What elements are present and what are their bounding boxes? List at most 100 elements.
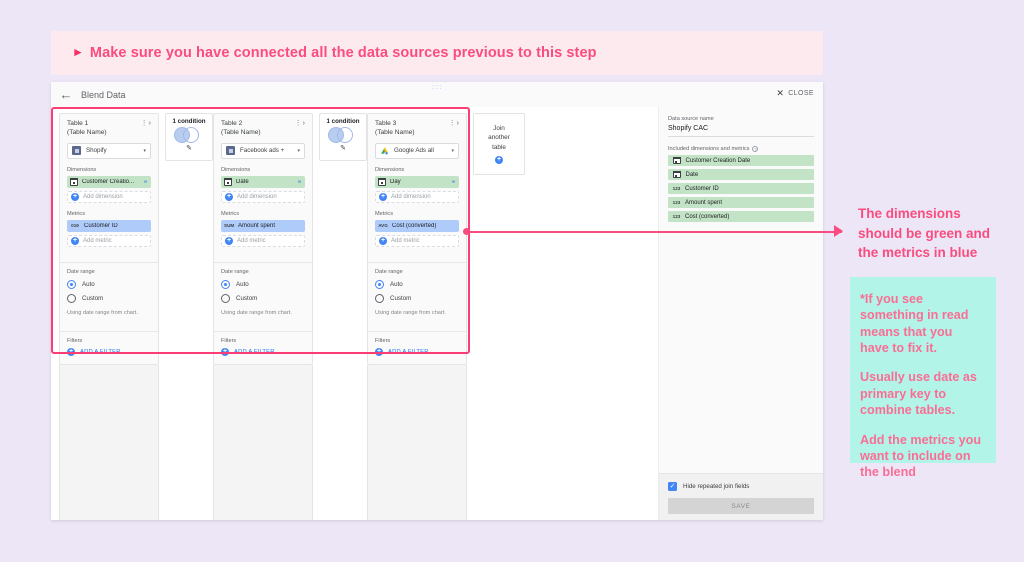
table-1-metrics-label: Metrics <box>67 210 86 217</box>
table-2-metrics-label: Metrics <box>221 210 240 217</box>
table-2-add-dimension[interactable]: + Add dimension <box>221 190 305 203</box>
included-field-row: 123 Amount spent <box>668 197 814 208</box>
table-1-source-select[interactable]: Shopify ▾ <box>67 142 151 159</box>
table-column-1: Table 1 (Table Name) ⋮ › Shopify ▾ Dimen… <box>59 113 159 520</box>
table-2-custom-label: Custom <box>236 294 258 302</box>
checkbox-checked-icon[interactable]: ✓ <box>668 482 677 491</box>
drag-handle[interactable]: :::: <box>432 85 443 91</box>
annotation-note-1: The dimensions should be green and the m… <box>858 206 991 261</box>
panel-footer: ✓ Hide repeated join fields SAVE <box>659 474 823 520</box>
number-badge-icon: 123 <box>672 200 681 205</box>
table-3-expand-icon[interactable]: › <box>457 120 459 127</box>
modal-body: Table 1 (Table Name) ⋮ › Shopify ▾ Dimen… <box>51 107 823 520</box>
table-1-filters-label: Filters <box>67 337 83 344</box>
calendar-icon <box>378 177 386 186</box>
venn-diagram-icon <box>174 127 204 143</box>
table-3-add-dimension[interactable]: + Add dimension <box>375 190 459 203</box>
table-column-2: Table 2 (Table Name) ⋮ › Facebook ads + … <box>213 113 313 520</box>
data-source-name-label: Data source name <box>668 116 714 122</box>
table-3-menu-icon[interactable]: ⋮ <box>449 120 456 127</box>
blend-data-modal: ← Blend Data :::: ✕ CLOSE Table 1 (Table… <box>51 82 823 520</box>
table-3-filters-label: Filters <box>375 337 391 344</box>
included-fields-text: Included dimensions and metrics <box>668 146 750 152</box>
table-3-add-filter-label: ADD A FILTER <box>388 348 429 355</box>
table-2-dimensions-label: Dimensions <box>221 166 251 173</box>
table-1-auto-label: Auto <box>82 280 95 288</box>
table-2-add-filter-label: ADD A FILTER <box>234 348 275 355</box>
included-field-row: Date <box>668 169 814 180</box>
plus-icon: + <box>71 192 79 201</box>
pencil-icon[interactable]: ✎ <box>340 144 346 152</box>
close-icon: ✕ <box>776 88 785 98</box>
table-1-dimension-chip[interactable]: Customer Creatio... ∞ <box>67 175 151 188</box>
table-2-daterange-label: Date range <box>221 268 249 275</box>
table-1-radio-auto[interactable]: Auto <box>67 279 151 289</box>
table-3-add-filter[interactable]: + ADD A FILTER <box>375 347 459 356</box>
table-3-radio-auto[interactable]: Auto <box>375 279 459 289</box>
table-2-name: Table 2 (Table Name) <box>221 120 295 138</box>
table-2-expand-icon[interactable]: › <box>303 120 305 127</box>
table-3-metric-name: Cost (converted) <box>392 222 437 229</box>
table-2-menu-icon[interactable]: ⋮ <box>295 120 302 127</box>
join-condition-2[interactable]: 1 condition ✎ <box>319 113 367 161</box>
table-3-add-metric[interactable]: + Add metric <box>375 234 459 247</box>
table-1-add-filter[interactable]: + ADD A FILTER <box>67 347 151 356</box>
table-2-dimension-chip[interactable]: Date ∞ <box>221 175 305 188</box>
table-1-expand-icon[interactable]: › <box>149 120 151 127</box>
table-2-source-select[interactable]: Facebook ads + ▾ <box>221 142 305 159</box>
calendar-icon <box>673 170 681 179</box>
help-icon[interactable]: ? <box>752 146 759 152</box>
plus-icon: + <box>225 236 233 245</box>
back-arrow-icon[interactable]: ← <box>59 87 73 102</box>
facebook-ads-icon <box>226 146 235 156</box>
table-3-radio-custom[interactable]: Custom <box>375 293 459 303</box>
table-1-add-metric[interactable]: + Add metric <box>67 234 151 247</box>
join-another-table-button[interactable]: Join another table + <box>473 113 525 175</box>
table-1-add-dimension[interactable]: + Add dimension <box>67 190 151 203</box>
pencil-icon[interactable]: ✎ <box>186 144 192 152</box>
radio-unselected-icon <box>67 293 76 303</box>
table-1-metric-name: Customer ID <box>84 222 118 229</box>
flag-icon: ► <box>72 45 84 59</box>
included-field-row: 123 Cost (converted) <box>668 211 814 222</box>
table-2-radio-auto[interactable]: Auto <box>221 279 305 289</box>
table-card-1[interactable]: Table 1 (Table Name) ⋮ › Shopify ▾ Dimen… <box>59 113 159 365</box>
link-icon: ∞ <box>143 178 148 185</box>
plus-icon: + <box>71 236 79 245</box>
join-condition-1[interactable]: 1 condition ✎ <box>165 113 213 161</box>
hide-repeated-join-fields-row[interactable]: ✓ Hide repeated join fields <box>668 482 814 491</box>
table-1-radio-custom[interactable]: Custom <box>67 293 151 303</box>
table-3-add-metric-label: Add metric <box>391 237 420 244</box>
table-3-source-select[interactable]: Google Ads all ▾ <box>375 142 459 159</box>
table-3-metrics-label: Metrics <box>375 210 394 217</box>
plus-icon[interactable]: + <box>495 155 503 164</box>
type-badge-icon: AVG <box>378 223 388 229</box>
table-card-2[interactable]: Table 2 (Table Name) ⋮ › Facebook ads + … <box>213 113 313 365</box>
chevron-down-icon: ▾ <box>297 147 300 154</box>
table-2-add-metric[interactable]: + Add metric <box>221 234 305 247</box>
blend-canvas: Table 1 (Table Name) ⋮ › Shopify ▾ Dimen… <box>51 107 658 520</box>
link-icon: ∞ <box>297 178 302 185</box>
hide-repeated-join-fields-label: Hide repeated join fields <box>683 483 750 490</box>
table-1-metric-chip[interactable]: 019 Customer ID <box>67 219 151 232</box>
table-2-add-metric-label: Add metric <box>237 237 266 244</box>
table-2-add-filter[interactable]: + ADD A FILTER <box>221 347 305 356</box>
calendar-icon <box>70 177 78 186</box>
chevron-down-icon: ▾ <box>451 147 454 154</box>
table-card-3[interactable]: Table 3 (Table Name) ⋮ › Google Ads all … <box>367 113 467 365</box>
close-button[interactable]: ✕ CLOSE <box>776 88 814 99</box>
data-source-name-input[interactable]: Shopify CAC <box>668 125 814 137</box>
table-3-dimension-name: Day <box>390 178 401 185</box>
included-field-row: Customer Creation Date <box>668 155 814 166</box>
plus-icon: + <box>379 192 387 201</box>
warning-banner-text: Make sure you have connected all the dat… <box>89 45 597 61</box>
save-button[interactable]: SAVE <box>668 498 814 514</box>
table-2-metric-chip[interactable]: SUM Amount spent <box>221 219 305 232</box>
plus-icon: + <box>221 347 229 356</box>
table-1-source-label: Shopify <box>86 147 107 155</box>
table-1-menu-icon[interactable]: ⋮ <box>141 120 148 127</box>
included-field-name: Cost (converted) <box>685 213 730 220</box>
table-3-metric-chip[interactable]: AVG Cost (converted) <box>375 219 459 232</box>
table-3-dimension-chip[interactable]: Day ∞ <box>375 175 459 188</box>
table-2-radio-custom[interactable]: Custom <box>221 293 305 303</box>
